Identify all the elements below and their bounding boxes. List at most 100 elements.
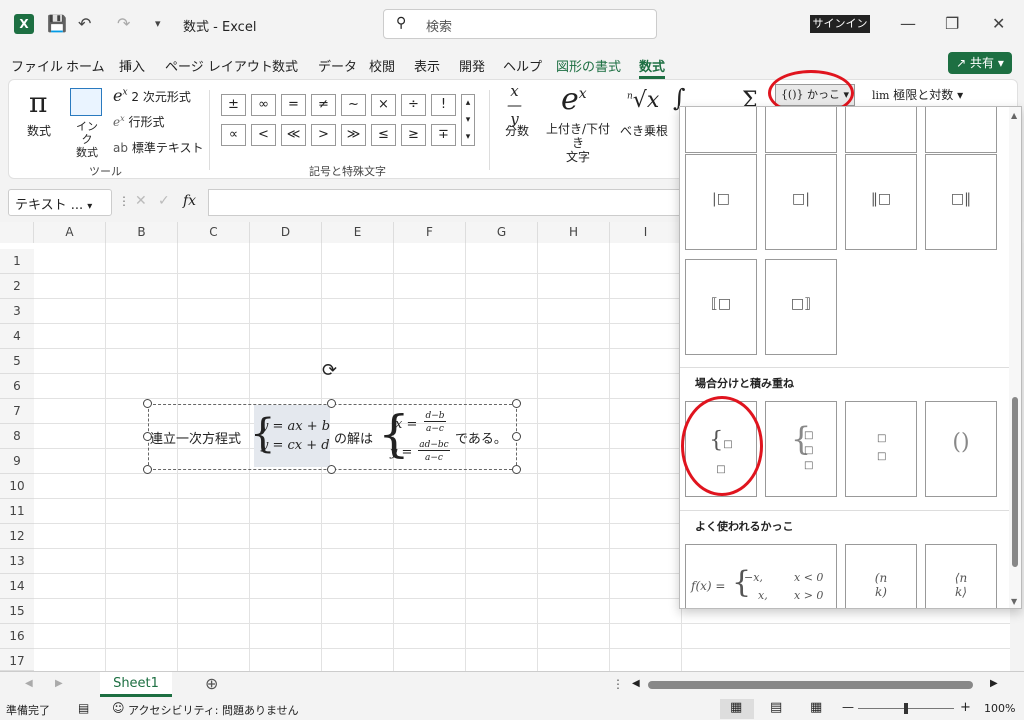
hscroll-right-icon[interactable]: ▶ [990,678,998,689]
sheet-scroll-right-icon[interactable]: ▶ [55,678,63,689]
sheet-tab-sheet1[interactable]: Sheet1 [100,672,172,697]
accessibility-icon[interactable]: ☺ [112,701,125,715]
resize-handle[interactable] [327,465,336,474]
tab-equation[interactable]: 数式 [639,56,666,79]
column-header-g[interactable]: G [466,222,538,243]
symbol-much-less[interactable]: ≪ [281,124,306,146]
formula-bar-more-icon[interactable]: ⋮ [118,194,130,208]
row-header-10[interactable]: 10 [0,474,34,499]
rotate-handle-icon[interactable]: ⟳ [322,360,337,381]
bracket-tile-right-double-bar[interactable]: □‖ [925,154,997,250]
tab-review[interactable]: 校閲 [369,56,395,75]
script-button[interactable]: 上付き/下付き 文字 [541,122,615,164]
resize-handle[interactable] [512,465,521,474]
save-icon[interactable]: 💾 [47,14,67,33]
tab-shape-format[interactable]: 図形の書式 [556,56,621,75]
close-icon[interactable]: ✕ [992,14,1005,33]
symbol-much-greater[interactable]: ≫ [341,124,366,146]
resize-handle[interactable] [143,465,152,474]
confirm-entry-icon[interactable]: ✓ [158,193,170,209]
bracket-tile[interactable] [685,107,757,153]
zoom-out-icon[interactable]: — [842,700,854,714]
panel-scroll-down-icon[interactable]: ▼ [1011,597,1017,606]
normal-text-button[interactable]: ab 標準テキスト [113,139,203,156]
ink-equation-button[interactable]: インク 数式 [71,120,103,159]
minimize-icon[interactable]: — [900,14,916,33]
restore-icon[interactable]: ❐ [945,14,959,33]
zoom-slider-thumb[interactable] [904,703,908,714]
row-header-17[interactable]: 17 [0,649,34,671]
row-header-16[interactable]: 16 [0,624,34,649]
radical-button[interactable]: べき乗根 [620,122,668,139]
bracket-tile-left-double-bar[interactable]: ‖□ [845,154,917,250]
row-header-11[interactable]: 11 [0,499,34,524]
bracket-tile[interactable] [925,107,997,153]
insert-function-button[interactable]: fx [183,193,196,209]
symbol-infinity[interactable]: ∞ [251,94,276,116]
resize-handle[interactable] [327,399,336,408]
common-binomial-tile[interactable]: (n k) [845,544,917,608]
share-button[interactable]: ↗ 共有 ▾ [948,52,1012,74]
symbol-proportional[interactable]: ∝ [221,124,246,146]
linear-button[interactable]: ex 行形式 [113,113,164,130]
row-header-2[interactable]: 2 [0,274,34,299]
symbol-minus-plus[interactable]: ∓ [431,124,456,146]
sheet-scroll-left-icon[interactable]: ◀ [25,678,33,689]
symbol-tilde[interactable]: ~ [341,94,366,116]
select-all-corner[interactable] [0,222,34,243]
tab-file[interactable]: ファイル [11,56,63,75]
name-box[interactable]: テキスト ... ▾ [8,189,112,216]
row-header-1[interactable]: 1 [0,249,34,274]
search-box[interactable]: ⚲ 検索 [383,9,657,39]
row-header-4[interactable]: 4 [0,324,34,349]
tab-data[interactable]: データ [318,56,357,75]
row-header-13[interactable]: 13 [0,549,34,574]
add-sheet-icon[interactable]: ⊕ [205,674,218,693]
zoom-in-icon[interactable]: + [960,700,971,715]
column-header-d[interactable]: D [250,222,322,243]
row-header-5[interactable]: 5 [0,349,34,374]
zoom-level[interactable]: 100% [984,702,1015,715]
bracket-tile-left-white-square[interactable]: ⟦□ [685,259,757,355]
panel-scroll-up-icon[interactable]: ▲ [1011,111,1017,120]
row-header-15[interactable]: 15 [0,599,34,624]
row-header-8[interactable]: 8 [0,424,34,449]
column-header-i[interactable]: I [610,222,682,243]
bracket-tile-right-white-square[interactable]: □⟧ [765,259,837,355]
horizontal-scrollbar-thumb[interactable] [648,681,973,689]
signin-button[interactable]: サインイン [810,15,870,33]
panel-scrollbar-thumb[interactable] [1012,397,1018,567]
column-header-f[interactable]: F [394,222,466,243]
page-layout-view-icon[interactable]: ▤ [770,700,782,715]
tab-formulas[interactable]: 数式 [272,56,298,75]
resize-handle[interactable] [512,432,521,441]
quick-access-dropdown-icon[interactable]: ▾ [155,17,161,30]
symbol-less-equal[interactable]: ≤ [371,124,396,146]
symbol-times[interactable]: × [371,94,396,116]
hscroll-left-icon[interactable]: ◀ [632,678,640,689]
common-example-piecewise[interactable]: f(x) = { −x, x < 0 x, x > 0 [685,544,837,608]
symbol-divide[interactable]: ÷ [401,94,426,116]
professional-button[interactable]: ex 2 次元形式 [113,86,191,105]
tab-view[interactable]: 表示 [414,56,440,75]
row-header-12[interactable]: 12 [0,524,34,549]
bracket-tile-left-bar[interactable]: |□ [685,154,757,250]
tab-page-layout[interactable]: ページ レイアウト [165,56,273,75]
status-accessibility[interactable]: アクセシビリティ: 問題ありません [128,702,299,718]
column-header-h[interactable]: H [538,222,610,243]
symbols-scroll[interactable]: ▴ ▾ ▾ [461,94,475,146]
tab-developer[interactable]: 開発 [459,56,485,75]
row-header-3[interactable]: 3 [0,299,34,324]
symbol-less-than[interactable]: < [251,124,276,146]
row-header-6[interactable]: 6 [0,374,34,399]
symbol-greater-equal[interactable]: ≥ [401,124,426,146]
tab-help[interactable]: ヘルプ [503,56,542,75]
page-break-view-icon[interactable]: ▦ [810,700,822,715]
column-header-a[interactable]: A [34,222,106,243]
stack-tile-two-rows[interactable]: □ □ [845,401,917,497]
symbol-not-equal[interactable]: ≠ [311,94,336,116]
fraction-button[interactable]: 分数 [505,122,529,139]
bracket-tile-right-bar[interactable]: □| [765,154,837,250]
row-header-9[interactable]: 9 [0,449,34,474]
binomial-tile[interactable]: (​) [925,401,997,497]
